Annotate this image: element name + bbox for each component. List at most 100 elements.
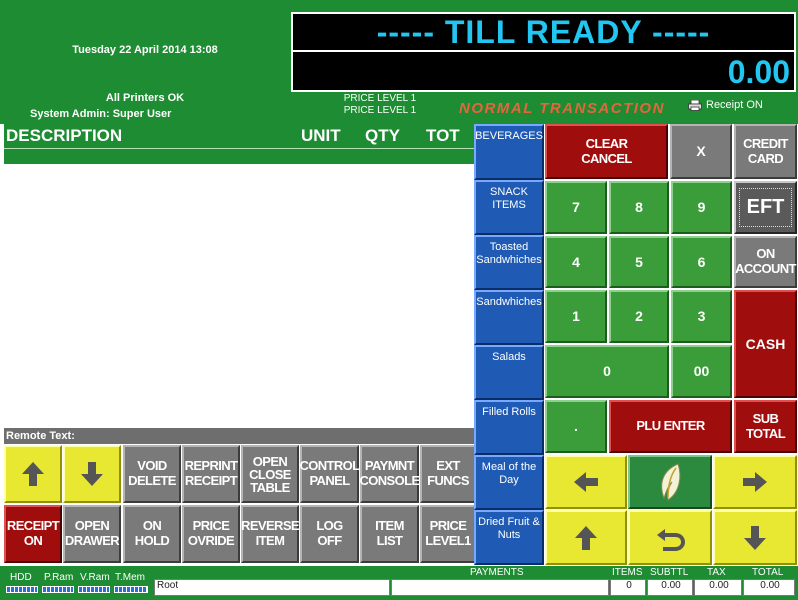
tax-box: 0.00 [694,579,742,596]
status-bar: HDD P.Ram V.Ram T.Mem Root PAYMENTS ITEM… [0,566,798,600]
arrow-right-icon [743,472,767,492]
return-button[interactable] [628,510,712,565]
cash-button[interactable]: CASH [734,290,797,398]
transaction-mode: NORMAL TRANSACTION [459,100,665,117]
printers-status: All Printers OK [105,92,185,104]
category-meal-of-the-day[interactable]: Meal of the Day [474,455,544,510]
path-value: Root [157,580,179,591]
price-level-line2: PRICE LEVEL 1 [343,105,417,116]
arrow-up-icon [575,525,597,550]
reverse-item-button[interactable]: REVERSE ITEM [241,505,300,563]
payments-box [391,579,609,596]
p-ram-meter [42,586,74,593]
col-unit: UNIT [301,126,341,145]
decimal-point-button[interactable]: . [545,400,607,453]
price-level1-button[interactable]: PRICE LEVEL1 [420,505,476,563]
cursor-right-button[interactable] [713,455,797,509]
scroll-up-button[interactable] [4,445,62,503]
total-box: 0.00 [743,579,795,596]
tax-value: 0.00 [709,580,729,591]
digit-6-button[interactable]: 6 [671,236,732,288]
scroll-down-button[interactable] [63,445,121,503]
total-value: 0.00 [760,580,780,591]
credit-card-button[interactable]: CREDIT CARD [734,124,797,179]
arrow-down-icon [81,462,103,486]
receipt-status: Receipt ON [688,99,763,111]
subttl-label: SUBTTL [650,567,689,578]
arrow-left-icon [574,472,598,492]
t-mem-label: T.Mem [115,572,145,583]
hdd-meter [6,586,38,593]
on-account-button[interactable]: ON ACCOUNT [734,236,797,288]
open-drawer-button[interactable]: OPEN DRAWER [63,505,121,563]
digit-9-button[interactable]: 9 [671,181,732,234]
log-off-button[interactable]: LOG OFF [300,505,359,563]
receipt-status-label: Receipt ON [706,99,763,111]
digit-4-button[interactable]: 4 [545,236,607,288]
category-salads[interactable]: Salads [474,345,544,400]
category-toasted-sandwiches[interactable]: Toasted Sandwhiches [474,235,544,290]
ext-funcs-button[interactable]: EXT FUNCS [420,445,476,503]
category-filled-rolls[interactable]: Filled Rolls [474,400,544,455]
digit-0-button[interactable]: 0 [545,345,669,398]
till-message-display: ----- TILL READY ----- [291,12,796,52]
arrow-down-icon [744,525,766,550]
current-user: System Admin: Super User [30,108,172,120]
tax-label: TAX [707,567,726,578]
hdd-label: HDD [10,572,32,583]
payment-console-button[interactable]: PAYMNT CONSOLE [359,445,420,503]
v-ram-meter [78,586,110,593]
category-dried-fruit-nuts[interactable]: Dried Fruit & Nuts [474,510,544,565]
amount-value: 0.00 [727,54,790,90]
receipt-header: DESCRIPTION UNIT QTY TOT [4,124,474,148]
open-close-table-button[interactable]: OPEN CLOSE TABLE [241,445,299,503]
digit-7-button[interactable]: 7 [545,181,607,234]
eft-button[interactable]: EFT [734,181,797,234]
col-description: DESCRIPTION [6,126,123,145]
subttl-box: 0.00 [647,579,693,596]
digit-3-button[interactable]: 3 [671,290,732,343]
subttl-value: 0.00 [661,580,681,591]
double-zero-button[interactable]: 00 [671,345,732,398]
receipt-on-button[interactable]: RECEIPT ON [4,505,62,563]
items-value: 0 [626,580,632,591]
item-list-button[interactable]: ITEM LIST [360,505,419,563]
x-multiply-button[interactable]: X [670,124,732,179]
plu-enter-button[interactable]: PLU ENTER [609,400,732,453]
clear-cancel-button[interactable]: CLEAR CANCEL [545,124,668,179]
receipt-subheader [4,148,474,164]
cursor-down-button[interactable] [713,510,797,565]
eft-label: EFT [738,187,793,228]
amount-display: 0.00 [291,52,796,92]
cursor-left-button[interactable] [545,455,627,509]
logo-button[interactable] [628,455,712,509]
digit-1-button[interactable]: 1 [545,290,607,343]
cursor-up-button[interactable] [545,510,627,565]
leaf-logo-icon [661,463,681,501]
sub-total-button[interactable]: SUB TOTAL [734,400,797,453]
price-level-line1: PRICE LEVEL 1 [343,93,417,104]
col-qty: QTY [365,126,400,145]
on-hold-button[interactable]: ON HOLD [123,505,181,563]
digit-8-button[interactable]: 8 [609,181,669,234]
price-override-button[interactable]: PRICE OVRIDE [182,505,240,563]
digit-5-button[interactable]: 5 [609,236,669,288]
reprint-receipt-button[interactable]: REPRINT RECEIPT [182,445,240,503]
v-ram-label: V.Ram [80,572,110,583]
category-snack-items[interactable]: SNACK ITEMS [474,180,544,235]
receipt-list[interactable] [4,164,474,428]
printer-icon [688,99,702,111]
date-time: Tuesday 22 April 2014 13:08 [72,44,218,56]
void-delete-button[interactable]: VOID DELETE [123,445,181,503]
category-sandwiches[interactable]: Sandwhiches [474,290,544,345]
arrow-up-icon [22,462,44,486]
category-beverages[interactable]: BEVERAGES [474,124,544,180]
return-arrow-icon [657,528,685,551]
digit-2-button[interactable]: 2 [609,290,669,343]
t-mem-meter [114,586,148,593]
col-tot: TOT [426,126,460,145]
control-panel-button[interactable]: CONTROL PANEL [299,445,360,503]
payments-label: PAYMENTS [470,567,524,578]
till-message: ----- TILL READY ----- [376,13,711,50]
total-label: TOTAL [752,567,784,578]
